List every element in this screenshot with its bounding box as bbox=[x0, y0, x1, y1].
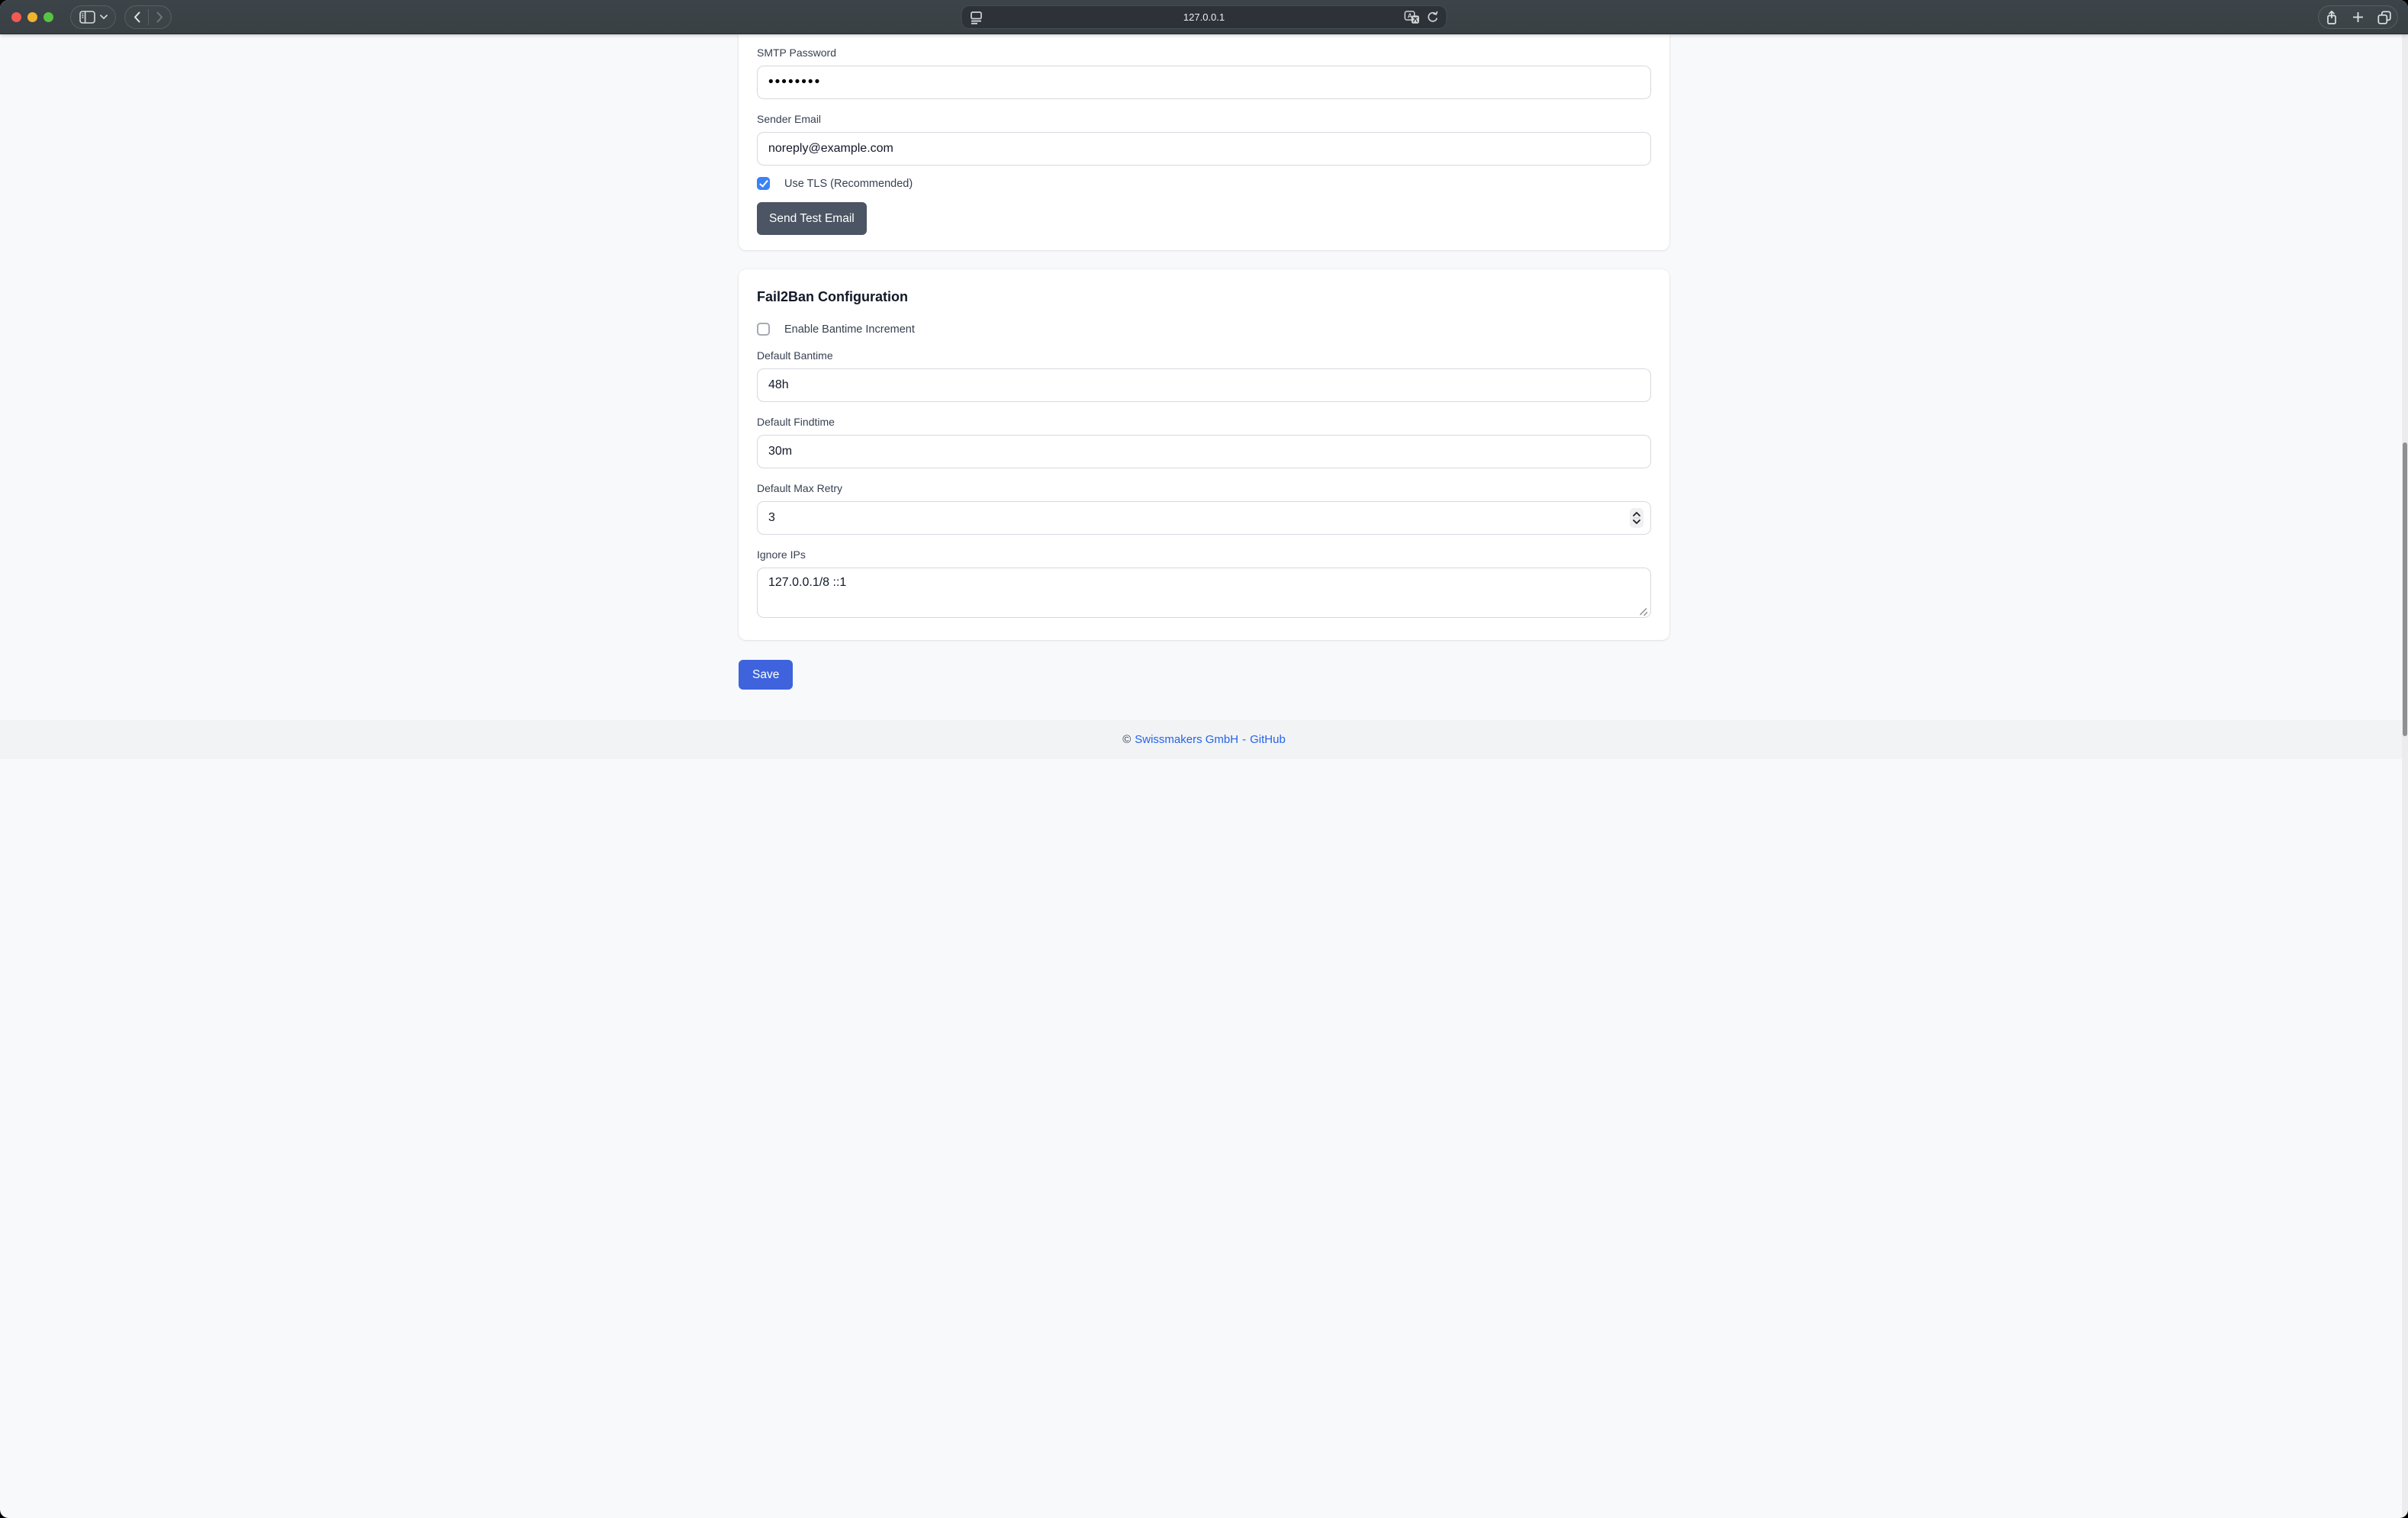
github-link[interactable]: GitHub bbox=[1250, 733, 1286, 746]
sidebar-toggle-button[interactable] bbox=[70, 5, 116, 29]
footer-separator: - bbox=[1242, 733, 1246, 746]
ignore-ips-textarea[interactable]: 127.0.0.1/8 ::1 bbox=[757, 568, 1651, 618]
default-bantime-field[interactable] bbox=[757, 368, 1651, 402]
traffic-lights bbox=[11, 12, 53, 22]
page-content: SMTP Password Sender Email Use TLS (Reco… bbox=[0, 34, 2408, 759]
tab-overview-button[interactable] bbox=[2371, 6, 2397, 28]
browser-window: 127.0.0.1 A bbox=[0, 0, 2408, 1518]
sender-email-label: Sender Email bbox=[757, 113, 1651, 125]
bantime-increment-checkbox[interactable] bbox=[757, 323, 770, 336]
smtp-password-label: SMTP Password bbox=[757, 47, 1651, 59]
fail2ban-card: Fail2Ban Configuration Enable Bantime In… bbox=[739, 269, 1669, 640]
bantime-increment-label: Enable Bantime Increment bbox=[784, 323, 915, 336]
plus-icon bbox=[2352, 11, 2364, 23]
stepper-chevrons-icon bbox=[1631, 511, 1642, 525]
forward-button[interactable] bbox=[148, 6, 171, 28]
minimize-window-button[interactable] bbox=[27, 12, 37, 22]
nav-divider bbox=[148, 9, 149, 25]
sidebar-icon bbox=[79, 11, 95, 24]
address-bar[interactable]: 127.0.0.1 A bbox=[961, 5, 1447, 29]
chevron-down-icon bbox=[100, 14, 108, 20]
forward-icon bbox=[156, 11, 163, 23]
copyright-symbol: © bbox=[1122, 733, 1131, 746]
default-bantime-label: Default Bantime bbox=[757, 349, 1651, 362]
history-nav-group bbox=[124, 5, 172, 29]
new-tab-button[interactable] bbox=[2345, 6, 2371, 28]
fail2ban-title: Fail2Ban Configuration bbox=[757, 289, 1651, 305]
back-button[interactable] bbox=[125, 6, 148, 28]
company-link[interactable]: Swissmakers GmbH bbox=[1135, 733, 1238, 746]
sender-email-field[interactable] bbox=[757, 132, 1651, 166]
browser-toolbar: 127.0.0.1 A bbox=[0, 0, 2408, 34]
reload-button[interactable] bbox=[1427, 11, 1440, 24]
smtp-password-field[interactable] bbox=[757, 66, 1651, 99]
smtp-settings-card: SMTP Password Sender Email Use TLS (Reco… bbox=[739, 34, 1669, 250]
save-button[interactable]: Save bbox=[739, 660, 793, 690]
share-icon bbox=[2325, 10, 2339, 25]
number-stepper[interactable] bbox=[1630, 508, 1643, 528]
default-findtime-label: Default Findtime bbox=[757, 416, 1651, 428]
resize-handle-icon[interactable] bbox=[1638, 606, 1648, 616]
tab-overview-icon bbox=[2377, 11, 2391, 24]
close-window-button[interactable] bbox=[11, 12, 21, 22]
scrollbar-track[interactable] bbox=[2402, 34, 2408, 1518]
window-actions-group bbox=[2318, 5, 2398, 29]
use-tls-label: Use TLS (Recommended) bbox=[784, 178, 913, 190]
default-max-retry-field[interactable] bbox=[757, 501, 1651, 535]
scrollbar-thumb[interactable] bbox=[2403, 442, 2407, 736]
url-text[interactable]: 127.0.0.1 bbox=[962, 11, 1447, 23]
use-tls-checkbox[interactable] bbox=[757, 177, 770, 190]
zoom-window-button[interactable] bbox=[43, 12, 53, 22]
translate-icon[interactable]: A bbox=[1405, 11, 1420, 24]
footer: © Swissmakers GmbH - GitHub bbox=[0, 720, 2408, 759]
default-findtime-field[interactable] bbox=[757, 435, 1651, 468]
send-test-email-button[interactable]: Send Test Email bbox=[757, 202, 867, 235]
back-icon bbox=[134, 11, 140, 23]
default-max-retry-label: Default Max Retry bbox=[757, 482, 1651, 494]
share-button[interactable] bbox=[2319, 6, 2345, 28]
ignore-ips-label: Ignore IPs bbox=[757, 548, 1651, 561]
